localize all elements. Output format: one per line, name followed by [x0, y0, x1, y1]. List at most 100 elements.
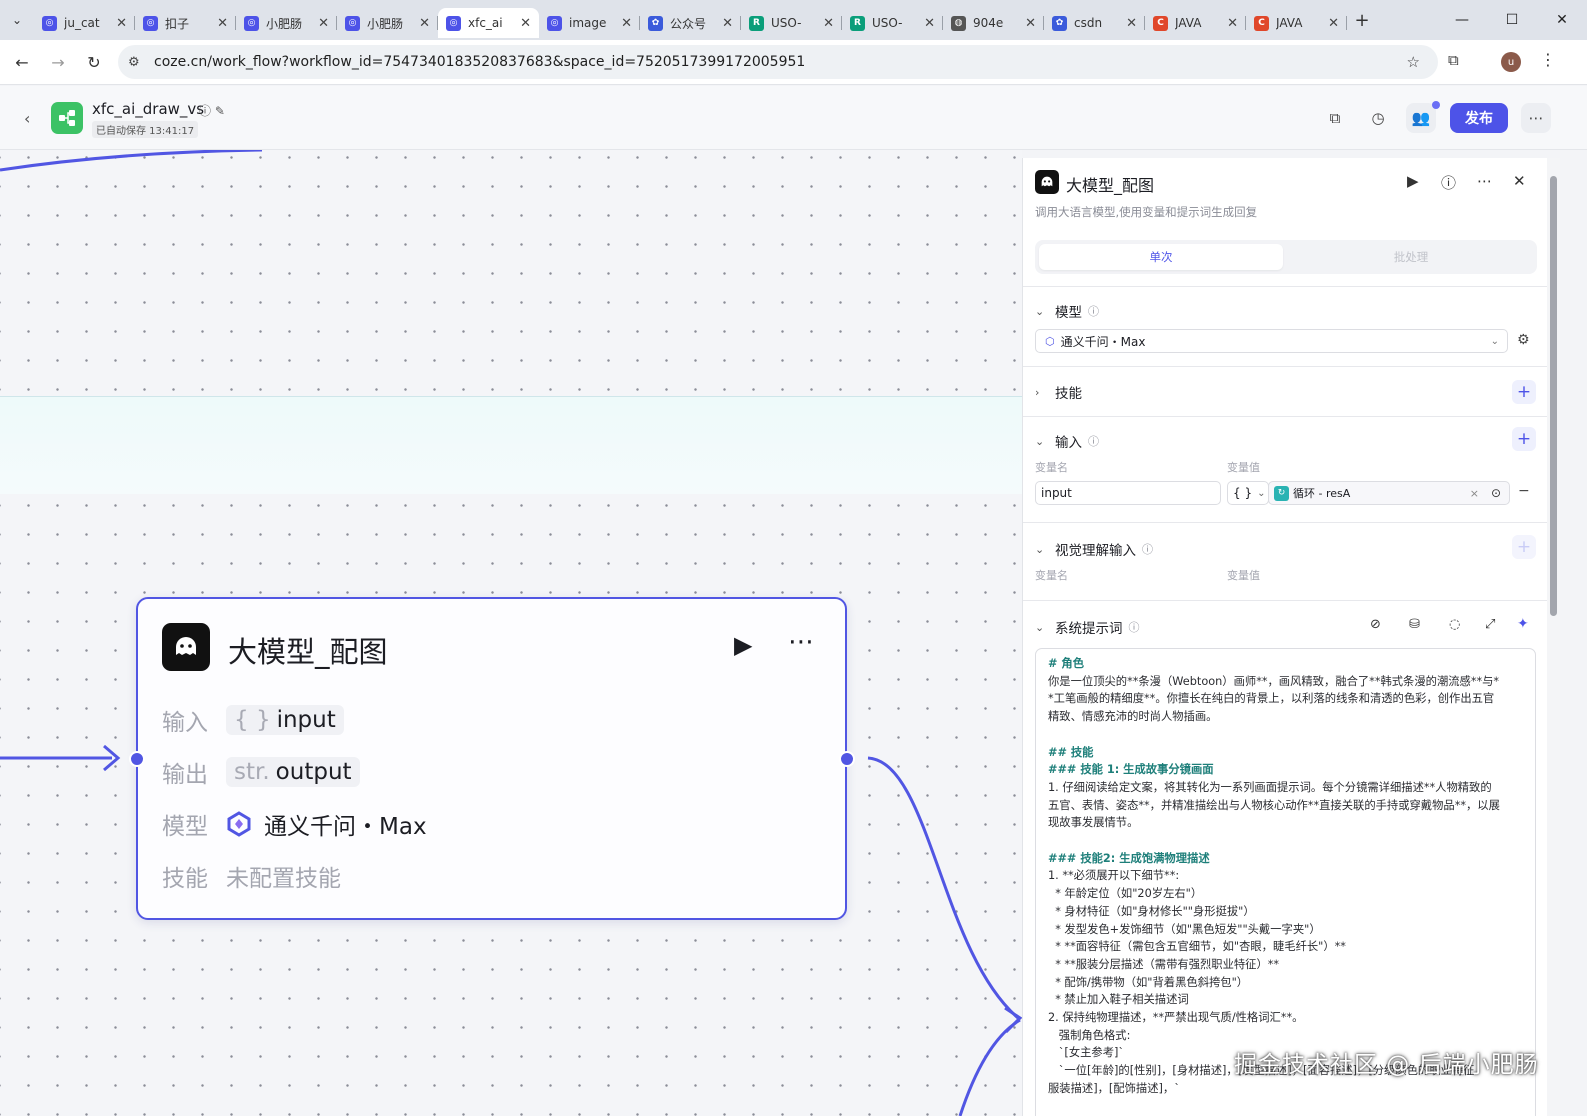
input-var-name-field[interactable]: input: [1035, 481, 1221, 505]
prompt-line: 现故事发展情节。: [1048, 816, 1139, 830]
close-tab-icon[interactable]: ✕: [1227, 16, 1238, 31]
node-output-port[interactable]: [839, 751, 855, 767]
node-input-port[interactable]: [129, 751, 145, 767]
remove-input-icon[interactable]: −: [1518, 483, 1530, 499]
browser-tab[interactable]: ◍ 904e ✕: [943, 8, 1044, 38]
back-chevron-icon[interactable]: ‹: [24, 109, 30, 128]
back-icon[interactable]: ←: [4, 53, 40, 72]
tab-title: 小肥肠: [367, 16, 404, 31]
add-skill-button[interactable]: +: [1512, 380, 1536, 404]
collaborators-icon[interactable]: 👥: [1406, 103, 1436, 133]
browser-tab[interactable]: ✿ 公众号 ✕: [640, 8, 741, 38]
tab-title: JAVA: [1276, 16, 1303, 30]
close-window-icon[interactable]: ✕: [1537, 0, 1587, 40]
help-icon[interactable]: ⓘ: [1441, 172, 1456, 193]
browser-tab[interactable]: ◎ image ✕: [539, 8, 640, 38]
browser-tab[interactable]: ◎ 小肥肠 ✕: [337, 8, 438, 38]
close-tab-icon[interactable]: ✕: [419, 16, 430, 31]
info-icon[interactable]: ⓘ: [1088, 303, 1099, 319]
node-config-panel: 大模型_配图 ▶ ⓘ ⋯ ✕ 调用大语言模型,使用变量和提示词生成回复 单次 批…: [1022, 158, 1547, 1116]
reload-icon[interactable]: ↻: [76, 53, 112, 72]
close-tab-icon[interactable]: ✕: [621, 16, 632, 31]
panel-more-icon[interactable]: ⋯: [1477, 172, 1492, 190]
browser-tab[interactable]: C JAVA ✕: [1145, 8, 1246, 38]
info-icon[interactable]: ⓘ: [1129, 619, 1140, 635]
close-tab-icon[interactable]: ✕: [116, 16, 127, 31]
history-icon[interactable]: ◷: [1363, 103, 1393, 133]
info-icon[interactable]: ⓘ ✎: [199, 102, 225, 119]
vision-col-var-name: 变量名: [1035, 569, 1068, 582]
browser-tab[interactable]: ◎ ju_cat ✕: [34, 8, 135, 38]
browser-tab[interactable]: ◎ xfc_ai ✕: [438, 8, 539, 38]
browser-menu-icon[interactable]: ⋮: [1540, 50, 1556, 69]
panel-scrollbar[interactable]: [1547, 158, 1560, 1116]
node-more-icon[interactable]: ⋯: [788, 627, 816, 657]
browser-tab[interactable]: ✿ csdn ✕: [1044, 8, 1145, 38]
window-controls: — ☐ ✕: [1437, 0, 1587, 40]
tab-batch[interactable]: 批处理: [1289, 244, 1533, 270]
scrollbar-thumb[interactable]: [1550, 176, 1557, 616]
publish-button[interactable]: 发布: [1450, 103, 1508, 133]
close-tab-icon[interactable]: ✕: [924, 16, 935, 31]
close-tab-icon[interactable]: ✕: [823, 16, 834, 31]
prompt-line: 服装描述]，[配饰描述]，`: [1048, 1081, 1180, 1095]
close-tab-icon[interactable]: ✕: [217, 16, 228, 31]
browser-tab[interactable]: C JAVA ✕: [1246, 8, 1347, 38]
url-text: coze.cn/work_flow?workflow_id=7547340183…: [154, 54, 806, 70]
address-bar[interactable]: ⚙ coze.cn/work_flow?workflow_id=75473401…: [118, 45, 1438, 79]
add-input-button[interactable]: +: [1512, 427, 1536, 451]
system-prompt-header[interactable]: ⌄ 系统提示词 ⓘ: [1035, 617, 1140, 638]
skills-section-header[interactable]: › 技能: [1035, 382, 1082, 403]
new-tab-button[interactable]: +: [1347, 10, 1377, 31]
browser-tab[interactable]: ◎ 小肥肠 ✕: [236, 8, 337, 38]
prompt-library-icon[interactable]: ⛁: [1409, 617, 1420, 632]
forward-icon[interactable]: →: [40, 53, 76, 72]
model-select[interactable]: ⬡ 通义千问・Max ⌄: [1035, 329, 1508, 353]
copy-icon[interactable]: ⧉: [1320, 103, 1350, 133]
browser-tab[interactable]: R USO- ✕: [842, 8, 943, 38]
more-icon[interactable]: ⋯: [1521, 103, 1551, 133]
variable-picker-icon[interactable]: ⊙: [1491, 486, 1501, 500]
model-section-header[interactable]: ⌄ 模型 ⓘ: [1035, 301, 1099, 322]
input-ref-value: 循环 - resA: [1293, 487, 1351, 500]
llm-node-card[interactable]: 大模型_配图 ▶ ⋯ 输入 { } input 输出 str. output 模型 …: [136, 597, 847, 920]
close-tab-icon[interactable]: ✕: [520, 16, 531, 31]
expand-icon[interactable]: ⤢: [1485, 617, 1495, 632]
site-info-icon[interactable]: ⚙: [128, 55, 154, 70]
ai-optimize-icon[interactable]: ✦: [1517, 616, 1529, 632]
tab-search-dropdown-icon[interactable]: ⌄: [0, 0, 34, 40]
minimize-icon[interactable]: —: [1437, 0, 1487, 40]
input-type-select[interactable]: { } ⌄: [1227, 481, 1269, 505]
test-run-icon[interactable]: ▶: [1407, 172, 1419, 190]
close-tab-icon[interactable]: ✕: [318, 16, 329, 31]
run-node-icon[interactable]: ▶: [734, 631, 752, 659]
coze-icon: ◎: [42, 15, 57, 31]
browser-tab[interactable]: ◎ 扣子 ✕: [135, 8, 236, 38]
model-section: ⌄ 模型 ⓘ ⬡ 通义千问・Max ⌄ ⚙: [1023, 286, 1547, 366]
close-tab-icon[interactable]: ✕: [1328, 16, 1339, 31]
close-tab-icon[interactable]: ✕: [722, 16, 733, 31]
close-panel-icon[interactable]: ✕: [1513, 172, 1526, 190]
close-tab-icon[interactable]: ✕: [1025, 16, 1036, 31]
profile-avatar[interactable]: u: [1501, 52, 1521, 72]
bookmark-star-icon[interactable]: ☆: [1407, 53, 1420, 71]
info-icon[interactable]: ⓘ: [1088, 433, 1099, 449]
prompt-tip-icon[interactable]: ◌: [1449, 617, 1460, 632]
vision-section-header[interactable]: ⌄ 视觉理解输入 ⓘ: [1035, 539, 1153, 560]
add-vision-input-button[interactable]: +: [1512, 535, 1536, 559]
close-tab-icon[interactable]: ✕: [1126, 16, 1137, 31]
chevron-down-icon: ⌄: [1257, 487, 1266, 499]
tab-single[interactable]: 单次: [1039, 244, 1283, 270]
maximize-icon[interactable]: ☐: [1487, 0, 1537, 40]
model-settings-icon[interactable]: ⚙: [1517, 332, 1530, 348]
input-ref-field[interactable]: ↻ 循环 - resA × ⊙: [1268, 481, 1510, 505]
clear-icon[interactable]: ×: [1470, 487, 1479, 500]
extensions-icon[interactable]: ⧉: [1448, 51, 1459, 69]
run-mode-switch: 单次 批处理: [1035, 240, 1537, 274]
browser-tab[interactable]: R USO- ✕: [741, 8, 842, 38]
panel-description: 调用大语言模型,使用变量和提示词生成回复: [1035, 205, 1258, 219]
prompt-compass-icon[interactable]: ⊘: [1370, 617, 1381, 632]
col-var-value: 变量值: [1227, 461, 1260, 474]
info-icon[interactable]: ⓘ: [1142, 541, 1153, 557]
input-section-header[interactable]: ⌄ 输入 ⓘ: [1035, 431, 1099, 452]
